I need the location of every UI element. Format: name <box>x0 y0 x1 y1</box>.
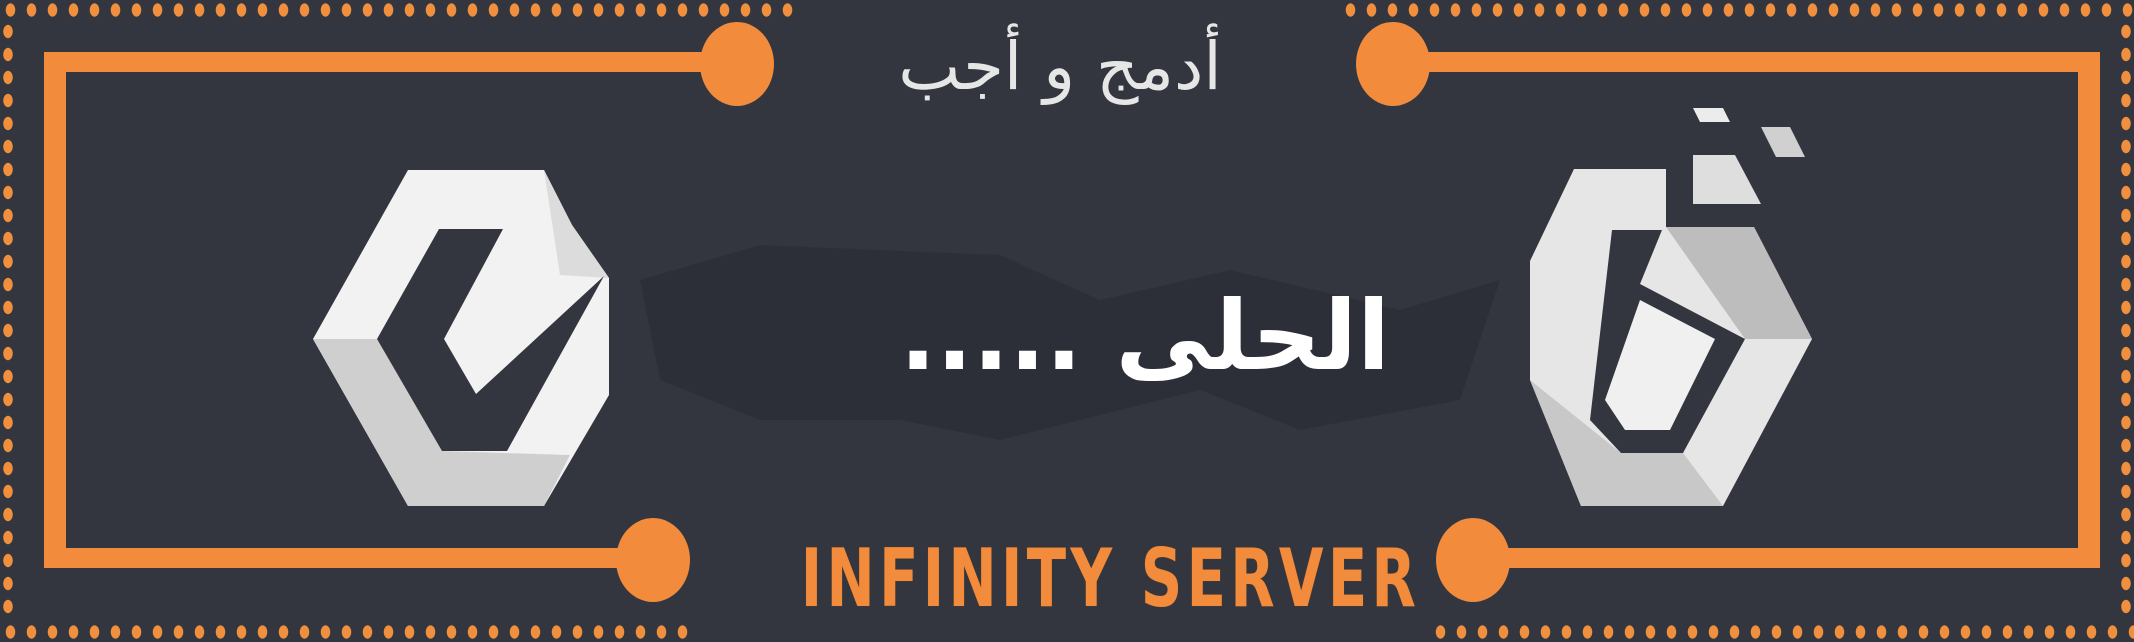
hexagon-e-logo-icon <box>313 170 609 506</box>
top-arabic-text: أدمج و أجب <box>898 28 1222 105</box>
center-arabic-text: الحلى ..... <box>899 280 1390 392</box>
hexagon-letter-logo-icon <box>1530 108 1812 506</box>
brand-name: INFINITY SERVER <box>800 532 1421 625</box>
